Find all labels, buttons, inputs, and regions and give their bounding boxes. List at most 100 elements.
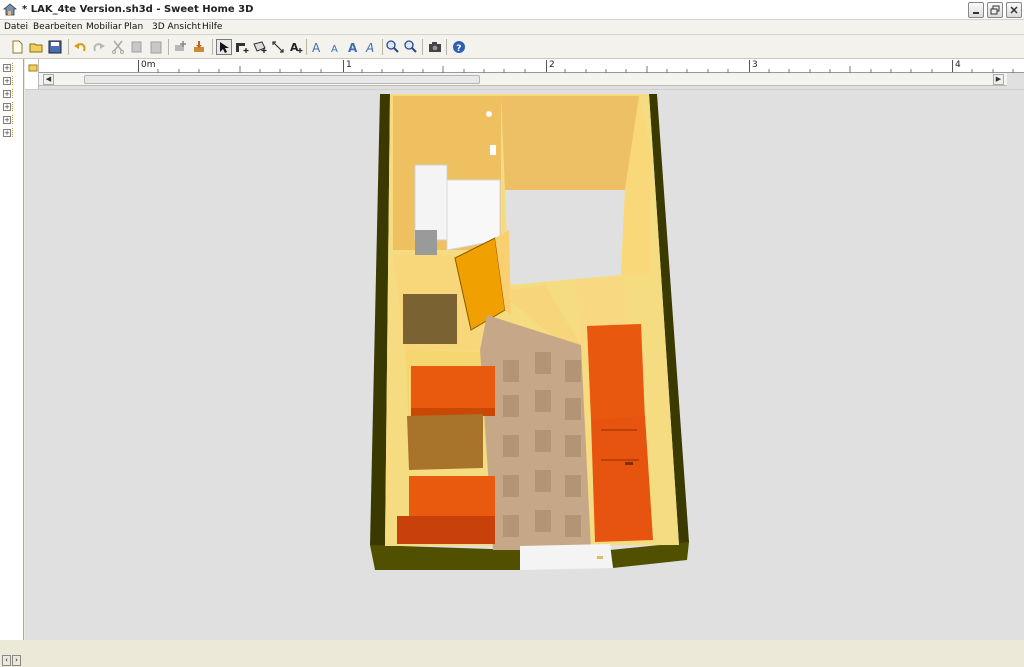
paste-button[interactable] [148,39,164,55]
create-photo-button[interactable] [427,39,443,55]
italic-text-button[interactable]: A [364,39,380,55]
help-button[interactable]: ? [451,39,467,55]
3d-view[interactable] [25,89,1024,640]
add-furniture-button[interactable] [172,39,188,55]
scroll-right-arrow[interactable]: ▶ [993,74,1004,85]
new-icon [12,40,23,54]
create-walls-icon [236,43,249,53]
create-labels-button[interactable]: A [288,39,304,55]
scroll-left-arrow[interactable]: ◀ [43,74,54,85]
scroll-left-button[interactable]: ‹ [2,655,11,666]
select-mode-icon [220,42,229,53]
increase-text-button[interactable]: A [310,39,326,55]
minimize-icon [973,12,979,14]
import-furniture-button[interactable] [191,39,207,55]
menu-plan[interactable]: Plan [124,22,143,32]
bench-bottom [409,476,495,516]
cut-icon [112,40,124,54]
copy-button[interactable] [129,39,145,55]
menu-3d-ansicht[interactable]: 3D Ansicht [152,22,201,32]
ruler-corner [25,59,39,89]
tree-node[interactable]: + [3,102,21,112]
menu-hilfe[interactable]: Hilfe [202,22,222,32]
restore-icon [990,5,1000,15]
save-icon [48,40,62,54]
create-dimensions-button[interactable] [270,39,286,55]
menu-bar: Datei Bearbeiten Mobiliar Plan 3D Ansich… [0,20,1024,35]
paste-icon [150,41,162,54]
tree-branch [12,89,18,98]
expand-icon[interactable]: + [3,77,11,85]
tree-node[interactable]: + [3,128,21,138]
toolbar-separator [422,39,423,55]
scrollbar-thumb[interactable] [84,75,480,84]
menu-datei[interactable]: Datei [4,22,28,32]
create-labels-icon: A [290,41,303,54]
toolbar-separator [446,39,447,55]
svg-text:A: A [312,41,321,54]
zoom-in-button[interactable] [385,39,401,55]
app-window: * LAK_4te Version.sh3d - Sweet Home 3D D… [0,0,1024,666]
3d-scene[interactable] [25,90,1024,641]
menu-mobiliar[interactable]: Mobiliar [86,22,122,32]
tree-node[interactable]: + [3,89,21,99]
cabinet [403,294,457,344]
door-handle [597,556,603,559]
title-bar: * LAK_4te Version.sh3d - Sweet Home 3D [0,0,1024,20]
cabinet-handle [625,462,633,465]
bold-text-button[interactable]: A [346,39,362,55]
close-button[interactable] [1006,2,1022,18]
save-button[interactable] [47,39,63,55]
toolbar-separator [68,39,69,55]
zoom-out-button[interactable] [403,39,419,55]
create-rooms-button[interactable] [252,39,268,55]
tree-node[interactable]: + [3,115,21,125]
create-walls-button[interactable] [234,39,250,55]
toolbar-separator [168,39,169,55]
camera-icon [429,42,441,52]
expand-icon[interactable]: + [3,116,11,124]
expand-icon[interactable]: + [3,64,11,72]
menu-bearbeiten[interactable]: Bearbeiten [33,22,82,32]
svg-text:A: A [331,44,338,54]
restore-button[interactable] [987,2,1003,18]
open-button[interactable] [28,39,44,55]
sweet-home-app-icon [3,3,17,16]
toolbar-separator [382,39,383,55]
expand-icon[interactable]: + [3,90,11,98]
minimize-button[interactable] [968,2,984,18]
svg-text:A: A [348,41,358,54]
new-button[interactable] [9,39,25,55]
select-mode-button[interactable] [216,39,232,55]
tree-branch [12,76,18,85]
front-wall-right-base [610,542,689,568]
window-title: * LAK_4te Version.sh3d - Sweet Home 3D [22,4,254,15]
italic-text-icon: A [365,41,374,54]
tree-node[interactable]: + [3,76,21,86]
undo-icon [74,43,86,52]
redo-button[interactable] [91,39,107,55]
toilet [415,230,437,255]
cut-button[interactable] [110,39,126,55]
tree-node[interactable]: + [3,63,21,73]
tree-branch [12,63,18,72]
kitchen-cabinet [591,416,653,542]
plan-area: 0m 1 2 3 4 ◀ ▶ [25,59,1024,640]
undo-button[interactable] [72,39,88,55]
horizontal-scrollbar[interactable]: ◀ ▶ [39,73,1007,86]
back-right-room-floor [505,190,625,285]
create-rooms-icon [253,41,267,53]
help-icon: ? [453,41,465,54]
decrease-text-button[interactable]: A [328,39,344,55]
expand-icon[interactable]: + [3,103,11,111]
zoom-out-icon [404,40,417,53]
create-dimensions-icon [272,41,284,53]
bench-bottom-front [397,516,495,544]
decrease-text-icon: A [331,44,338,54]
close-icon [1010,6,1018,14]
panel-scroll-buttons: ‹ › [2,655,22,667]
scroll-right-button[interactable]: › [12,655,21,666]
dining-table [407,414,483,470]
toolbar-separator [306,39,307,55]
expand-icon[interactable]: + [3,129,11,137]
